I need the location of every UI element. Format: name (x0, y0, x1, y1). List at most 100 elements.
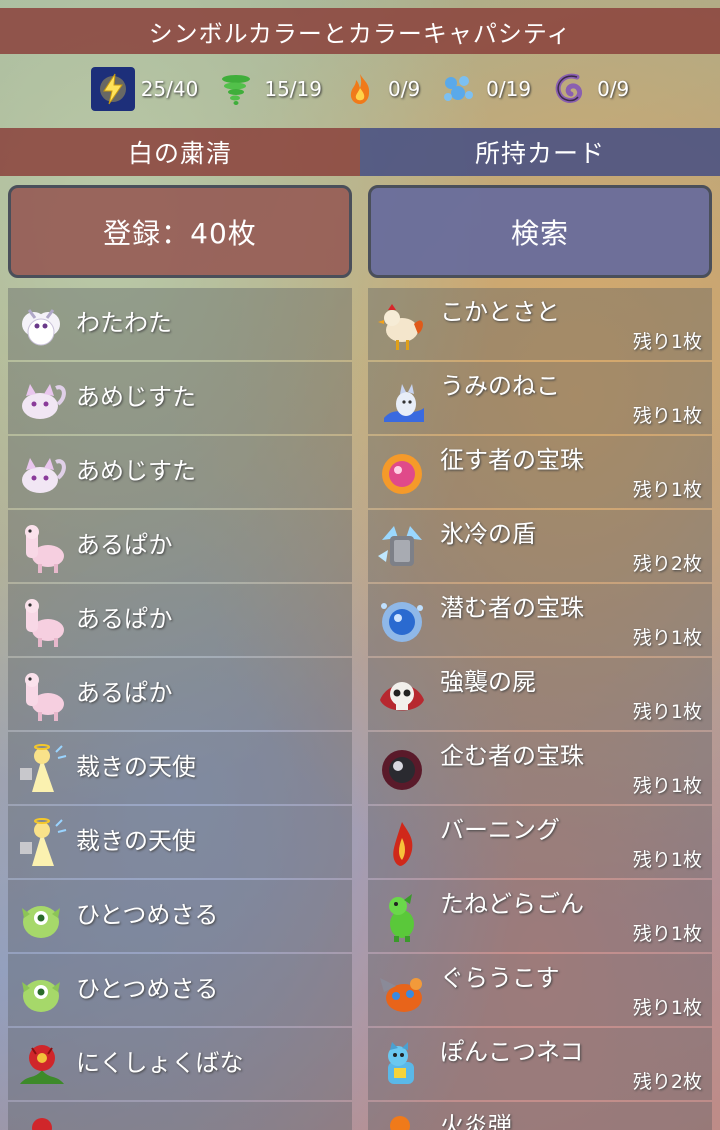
collection-card-item[interactable]: 氷冷の盾 残り2枚 (368, 510, 712, 582)
deck-card-item[interactable]: 裁きの天使 (8, 806, 352, 878)
pink-orb-icon (374, 448, 430, 500)
deck-card-item[interactable]: あるぱか (8, 658, 352, 730)
red-flower-plant-icon (14, 1114, 70, 1130)
white-cat-icon (14, 374, 70, 426)
collection-card-item[interactable]: 征す者の宝珠 残り1枚 (368, 436, 712, 508)
capacity-white[interactable]: 25/40 (90, 67, 199, 111)
angel-icon (14, 744, 70, 796)
card-name: 強襲の屍 (440, 668, 536, 696)
card-name: 潜む者の宝珠 (440, 594, 584, 622)
card-remaining-count: 残り1枚 (632, 627, 702, 649)
card-name: 裁きの天使 (76, 753, 196, 781)
card-name: あるぱか (76, 605, 173, 633)
angel-icon (14, 818, 70, 870)
collection-card-item[interactable]: 企む者の宝珠 残り1枚 (368, 732, 712, 804)
fireball-icon (374, 1114, 430, 1130)
deck-card-list[interactable]: わたわた あめじすた あめじすた あるぱか あるぱか あるぱか 裁きの天使 裁き… (8, 288, 352, 1130)
white-cat-icon (14, 448, 70, 500)
card-name: 裁きの天使 (76, 827, 196, 855)
card-name: ひとつめさる (76, 901, 219, 929)
card-remaining-count: 残り1枚 (632, 701, 702, 723)
deck-card-item[interactable] (8, 1102, 352, 1130)
register-button[interactable]: 登録：40枚 (8, 185, 352, 278)
deck-card-item[interactable]: 裁きの天使 (8, 732, 352, 804)
deck-card-item[interactable]: あるぱか (8, 510, 352, 582)
collection-card-item[interactable]: たねどらごん 残り1枚 (368, 880, 712, 952)
card-name: ぽんこつネコ (440, 1038, 584, 1066)
card-name: 火炎弾 (440, 1112, 512, 1130)
flame-icon (338, 67, 382, 111)
collection-card-item[interactable]: 潜む者の宝珠 残り1枚 (368, 584, 712, 656)
card-name: あるぱか (76, 531, 173, 559)
collection-card-item[interactable]: ぽんこつネコ 残り2枚 (368, 1028, 712, 1100)
capacity-value: 0/19 (486, 77, 532, 101)
card-remaining-count: 残り1枚 (632, 331, 702, 353)
card-name: にくしょくばな (76, 1049, 244, 1077)
blue-orb-icon (374, 596, 430, 648)
capacity-black[interactable]: 0/9 (547, 67, 629, 111)
collection-card-item[interactable]: バーニング 残り1枚 (368, 806, 712, 878)
card-name: 企む者の宝珠 (440, 742, 584, 770)
ice-shield-icon (374, 522, 430, 574)
capacity-value: 15/19 (264, 77, 322, 101)
card-name: ひとつめさる (76, 975, 219, 1003)
deck-card-item[interactable]: あめじすた (8, 436, 352, 508)
card-name: 征す者の宝珠 (440, 446, 584, 474)
collection-card-list[interactable]: こかとさと 残り1枚 うみのねこ 残り1枚 征す者の宝珠 残り1枚 氷冷の盾 残… (368, 288, 712, 1130)
rooster-icon (374, 300, 430, 352)
card-remaining-count: 残り1枚 (632, 923, 702, 945)
card-name: あるぱか (76, 679, 173, 707)
white-fluffy-monster-icon (14, 300, 70, 352)
pink-alpaca-icon (14, 670, 70, 722)
deck-card-item[interactable]: ひとつめさる (8, 954, 352, 1026)
skull-icon (374, 670, 430, 722)
deck-card-item[interactable]: わたわた (8, 288, 352, 360)
card-name: わたわた (76, 309, 172, 337)
tornado-icon (214, 67, 258, 111)
deck-name-header: 白の粛清 (0, 128, 360, 176)
search-button[interactable]: 検索 (368, 185, 712, 278)
orange-beast-icon (374, 966, 430, 1018)
card-name: うみのねこ (440, 372, 560, 400)
water-bubbles-icon (436, 67, 480, 111)
color-capacity-bar: 25/40 15/19 0/9 0/19 0/9 (0, 62, 720, 116)
page-title: シンボルカラーとカラーキャパシティ (0, 8, 720, 54)
deck-card-item[interactable]: ひとつめさる (8, 880, 352, 952)
capacity-green[interactable]: 15/19 (214, 67, 322, 111)
collection-card-item[interactable]: こかとさと 残り1枚 (368, 288, 712, 360)
card-name: こかとさと (440, 298, 560, 326)
card-remaining-count: 残り1枚 (632, 997, 702, 1019)
card-name: ぐらうこす (440, 964, 560, 992)
card-remaining-count: 残り1枚 (632, 775, 702, 797)
card-remaining-count: 残り1枚 (632, 479, 702, 501)
deck-card-item[interactable]: あるぱか (8, 584, 352, 656)
capacity-value: 25/40 (140, 77, 199, 101)
card-name: 氷冷の盾 (440, 520, 536, 548)
card-remaining-count: 残り2枚 (632, 553, 702, 575)
deck-card-item[interactable]: にくしょくばな (8, 1028, 352, 1100)
green-monkey-icon (14, 966, 70, 1018)
capacity-value: 0/9 (387, 77, 421, 101)
collection-card-item[interactable]: ぐらうこす 残り1枚 (368, 954, 712, 1026)
capacity-red[interactable]: 0/9 (338, 67, 420, 111)
capacity-value: 0/9 (597, 77, 630, 101)
sea-cat-icon (374, 374, 430, 426)
lightning-icon (90, 67, 135, 111)
card-remaining-count: 残り1枚 (632, 405, 702, 427)
collection-card-item[interactable]: 火炎弾 (368, 1102, 712, 1130)
pink-alpaca-icon (14, 596, 70, 648)
card-name: バーニング (440, 816, 560, 844)
green-monkey-icon (14, 892, 70, 944)
dark-orb-icon (374, 744, 430, 796)
card-name: あめじすた (76, 383, 196, 411)
fire-spirit-icon (374, 818, 430, 870)
red-flower-plant-icon (14, 1040, 70, 1092)
collection-card-item[interactable]: うみのねこ 残り1枚 (368, 362, 712, 434)
collection-card-item[interactable]: 強襲の屍 残り1枚 (368, 658, 712, 730)
card-name: あめじすた (76, 457, 196, 485)
dark-swirl-icon (547, 67, 591, 111)
robot-cat-icon (374, 1040, 430, 1092)
capacity-blue[interactable]: 0/19 (436, 67, 531, 111)
pink-alpaca-icon (14, 522, 70, 574)
deck-card-item[interactable]: あめじすた (8, 362, 352, 434)
